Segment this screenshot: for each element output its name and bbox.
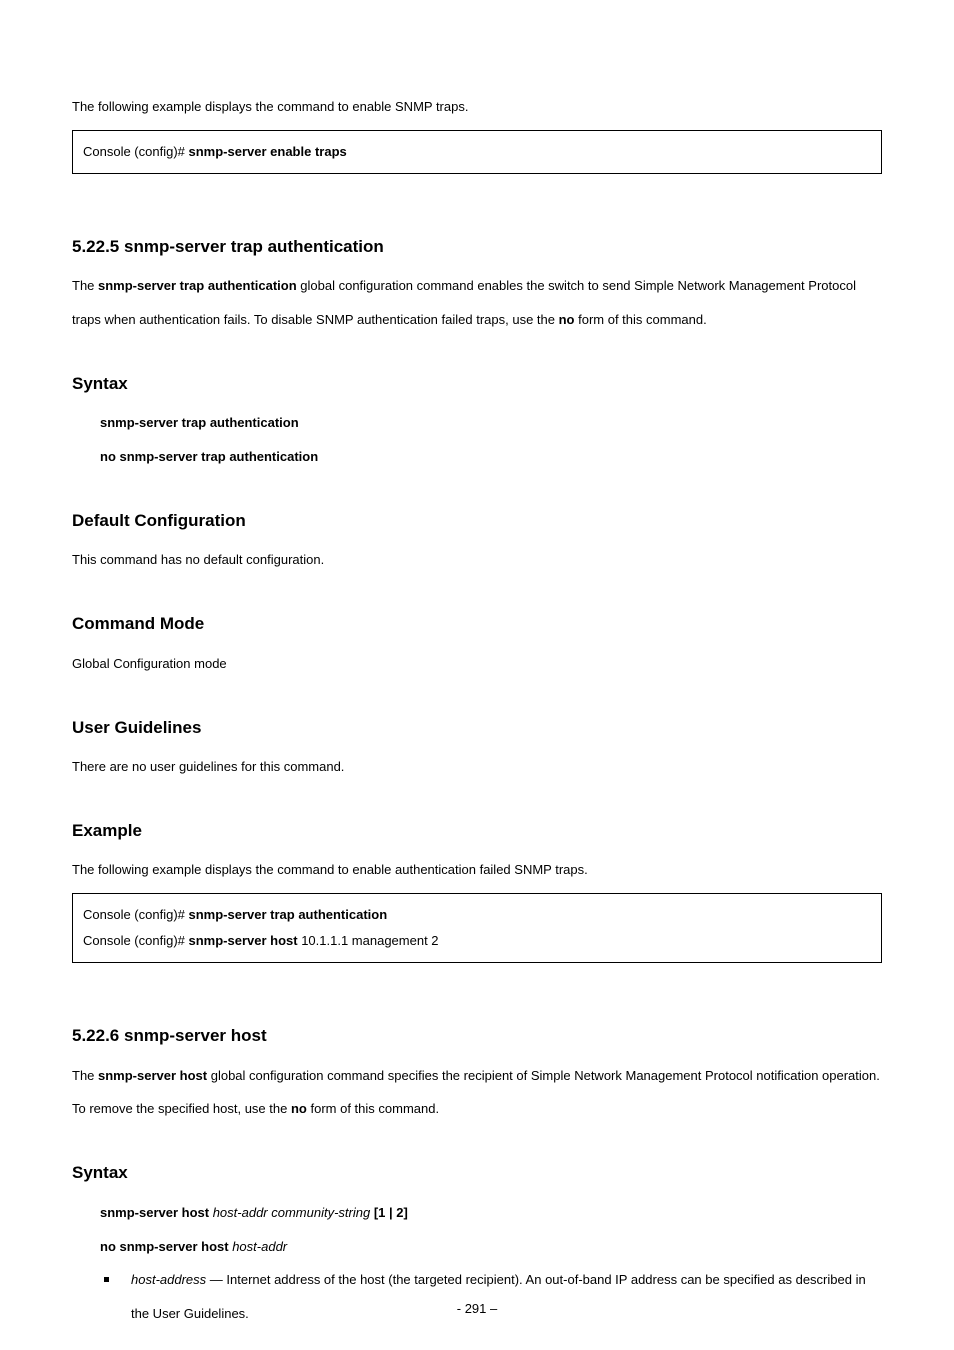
no-keyword: no — [291, 1101, 307, 1116]
syntax-heading: Syntax — [72, 371, 882, 397]
param-name: host-address — [131, 1272, 206, 1287]
text: host-addr community-string — [213, 1205, 374, 1220]
text: [1 | 2] — [374, 1205, 408, 1220]
command-mode-heading: Command Mode — [72, 611, 882, 637]
bullet-item: host-address — Internet address of the h… — [72, 1263, 882, 1331]
syntax-line: no snmp-server host host-addr — [100, 1230, 882, 1264]
code-prefix: Console (config)# — [83, 907, 189, 922]
code-line: Console (config)# snmp-server host 10.1.… — [83, 928, 871, 954]
code-prefix: Console (config)# — [83, 933, 189, 948]
bullet-icon — [104, 1277, 109, 1282]
user-guidelines-text: There are no user guidelines for this co… — [72, 750, 882, 784]
syntax-line: snmp-server trap authentication — [100, 406, 882, 440]
cmd2-description: The snmp-server host global configuratio… — [72, 1059, 882, 1127]
code-box-2: Console (config)# snmp-server trap authe… — [72, 893, 882, 963]
section-heading-trap-auth: 5.22.5 snmp-server trap authentication — [72, 234, 882, 260]
syntax-line: no snmp-server trap authentication — [100, 440, 882, 474]
user-guidelines-heading: User Guidelines — [72, 715, 882, 741]
cmd1-description: The snmp-server trap authentication glob… — [72, 269, 882, 337]
intro-example-text: The following example displays the comma… — [72, 90, 882, 124]
text: form of this command. — [307, 1101, 439, 1116]
code-prefix: Console (config)# — [83, 144, 189, 159]
bullet-text: host-address — Internet address of the h… — [131, 1263, 882, 1331]
code-cmd: snmp-server enable traps — [189, 144, 347, 159]
syntax-heading: Syntax — [72, 1160, 882, 1186]
code-box-1: Console (config)# snmp-server enable tra… — [72, 130, 882, 174]
text: The — [72, 1068, 98, 1083]
syntax-line: snmp-server host host-addr community-str… — [100, 1196, 882, 1230]
cmd-name: snmp-server trap authentication — [98, 278, 297, 293]
command-mode-text: Global Configuration mode — [72, 647, 882, 681]
text: host-addr — [232, 1239, 287, 1254]
example-text: The following example displays the comma… — [72, 853, 882, 887]
code-args: 10.1.1.1 management 2 — [298, 933, 439, 948]
default-config-text: This command has no default configuratio… — [72, 543, 882, 577]
text: no snmp-server host — [100, 1239, 232, 1254]
code-cmd: snmp-server trap authentication — [189, 907, 388, 922]
code-line: Console (config)# snmp-server enable tra… — [83, 139, 871, 165]
section-heading-host: 5.22.6 snmp-server host — [72, 1023, 882, 1049]
default-config-heading: Default Configuration — [72, 508, 882, 534]
example-heading: Example — [72, 818, 882, 844]
no-keyword: no — [559, 312, 575, 327]
page-number: - 291 – — [0, 1299, 954, 1319]
text: snmp-server host — [100, 1205, 213, 1220]
cmd-name: snmp-server host — [98, 1068, 207, 1083]
text: form of this command. — [574, 312, 706, 327]
text: The — [72, 278, 98, 293]
code-line: Console (config)# snmp-server trap authe… — [83, 902, 871, 928]
code-cmd: snmp-server host — [189, 933, 298, 948]
